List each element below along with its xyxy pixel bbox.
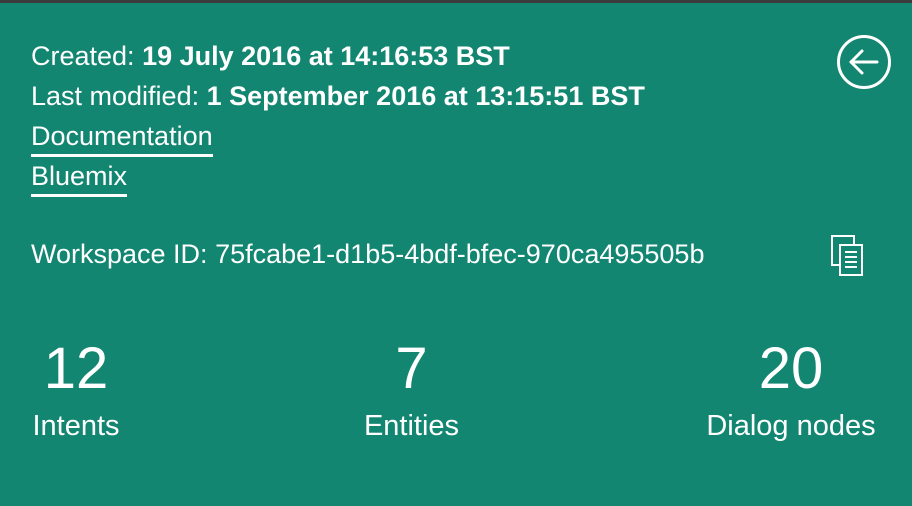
dialog-nodes-label: Dialog nodes	[706, 410, 876, 442]
entities-count: 7	[395, 336, 428, 401]
back-button[interactable]	[836, 34, 892, 90]
intents-count: 12	[43, 336, 109, 401]
copy-id-button[interactable]	[830, 234, 866, 278]
modified-line: Last modified: 1 September 2016 at 13:15…	[31, 76, 645, 116]
top-border	[0, 0, 912, 3]
bluemix-link[interactable]: Bluemix	[31, 161, 128, 197]
intents-label: Intents	[32, 410, 120, 442]
modified-label: Last modified:	[31, 81, 200, 111]
copy-icon	[831, 235, 863, 276]
entities-label: Entities	[363, 410, 460, 442]
back-arrow-circle-icon	[837, 35, 891, 89]
entities-stat: 7 Entities	[354, 336, 469, 446]
intents-stat: 12 Intents	[26, 336, 126, 446]
workspace-id-line: Workspace ID: 75fcabe1-d1b5-4bdf-bfec-97…	[31, 234, 704, 274]
created-value: 19 July 2016 at 14:16:53 BST	[142, 41, 510, 71]
workspace-id-label: Workspace ID:	[31, 239, 208, 269]
created-line: Created: 19 July 2016 at 14:16:53 BST	[31, 36, 645, 76]
dialog-nodes-stat: 20 Dialog nodes	[694, 336, 888, 446]
workspace-id-value: 75fcabe1-d1b5-4bdf-bfec-970ca495505b	[215, 239, 705, 269]
created-label: Created:	[31, 41, 135, 71]
dialog-nodes-count: 20	[758, 336, 824, 401]
documentation-link[interactable]: Documentation	[31, 121, 213, 157]
modified-value: 1 September 2016 at 13:15:51 BST	[206, 81, 645, 111]
workspace-details: Created: 19 July 2016 at 14:16:53 BST La…	[31, 36, 645, 197]
